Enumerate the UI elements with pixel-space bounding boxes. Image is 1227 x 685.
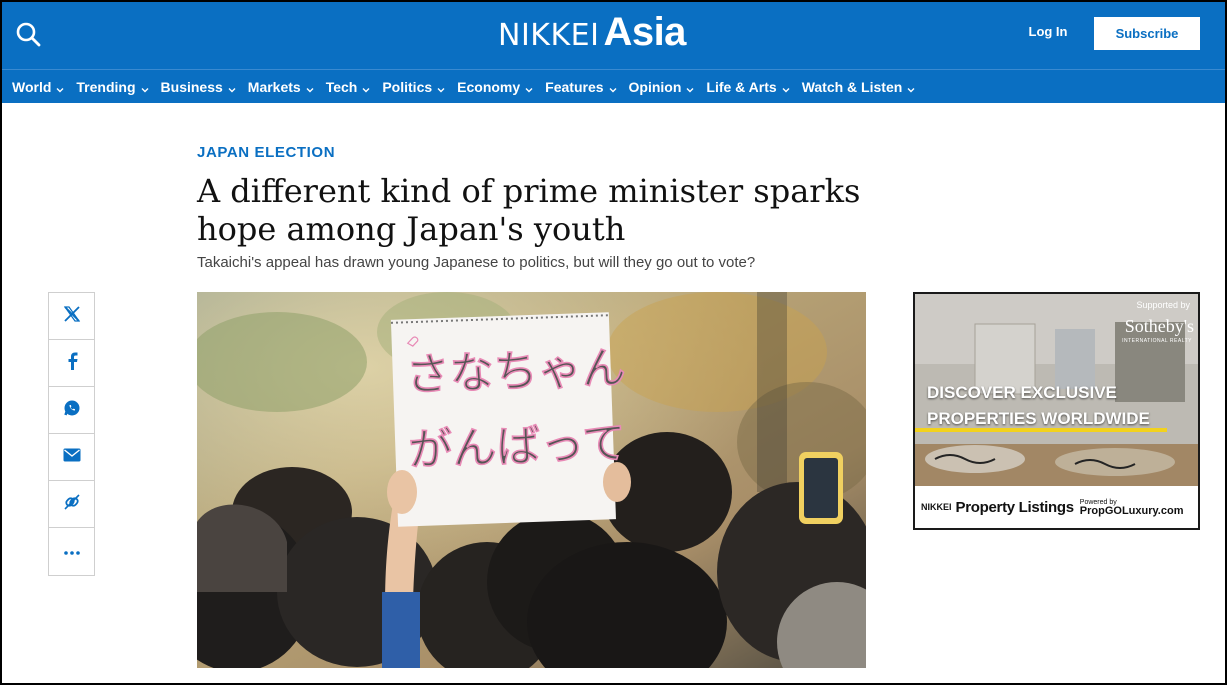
nav-item-label: Economy [457, 78, 521, 95]
nav-item-label: Markets [247, 78, 301, 95]
site-header: NIKKEI Asia Log In Subscribe [2, 2, 1225, 69]
article-kicker[interactable]: JAPAN ELECTION [197, 144, 335, 161]
hero-image: さなちゃん がんばって [197, 292, 866, 668]
ad-powered-brand: PropGOLuxury.com [1079, 504, 1184, 517]
logo-nikkei: NIKKEI [498, 18, 600, 53]
share-facebook-button[interactable] [49, 340, 94, 387]
chevron-down-icon [55, 82, 65, 92]
login-button[interactable]: Log In [1020, 24, 1076, 39]
ad-brand-subtitle: INTERNATIONAL REALTY [1122, 338, 1192, 344]
nav-item-life-arts[interactable]: Life & Arts [706, 79, 790, 95]
nav-item-politics[interactable]: Politics [382, 79, 446, 95]
ad-accent-bar [915, 428, 1167, 432]
facebook-icon [65, 352, 79, 375]
chevron-down-icon [361, 82, 371, 92]
nav-item-economy[interactable]: Economy [457, 79, 534, 95]
search-icon[interactable] [14, 20, 44, 50]
nav-item-label: Business [160, 78, 223, 95]
chevron-down-icon [524, 82, 534, 92]
nav-item-markets[interactable]: Markets [248, 79, 315, 95]
logo-asia: Asia [603, 10, 686, 54]
more-icon [63, 543, 81, 561]
ad-footer-listings: Property Listings [955, 498, 1075, 516]
chevron-down-icon [305, 82, 315, 92]
sign-text-line2: がんばって [408, 418, 627, 477]
chevron-down-icon [781, 82, 791, 92]
share-x-button[interactable] [49, 293, 94, 340]
nav-item-features[interactable]: Features [545, 79, 617, 95]
nav-item-label: Watch & Listen [801, 78, 903, 95]
ad-headline: DISCOVER EXCLUSIVE PROPERTIES WORLDWIDE [927, 380, 1150, 432]
ad-footer-nikkei: NIKKEI [921, 502, 952, 512]
chevron-down-icon [608, 82, 618, 92]
share-email-button[interactable] [49, 434, 94, 481]
nav-item-label: World [12, 78, 52, 95]
chevron-down-icon [140, 82, 150, 92]
chevron-down-icon [436, 82, 446, 92]
x-icon [63, 305, 81, 328]
nav-item-label: Features [545, 78, 604, 95]
whatsapp-icon [63, 399, 81, 422]
nav-item-label: Tech [325, 78, 358, 95]
ad-powered-block: Powered by PropGOLuxury.com [1080, 498, 1184, 517]
site-logo[interactable]: NIKKEI Asia [498, 10, 686, 60]
link-icon [63, 493, 81, 516]
nav-item-label: Life & Arts [706, 78, 777, 95]
sign-text-line1: さなちゃん [405, 343, 627, 402]
ad-headline-line1: DISCOVER EXCLUSIVE [927, 383, 1117, 402]
ad-footer: NIKKEI Property Listings Powered by Prop… [915, 486, 1198, 528]
share-copy-link-button[interactable] [49, 481, 94, 528]
subscribe-button[interactable]: Subscribe [1094, 17, 1200, 50]
share-more-button[interactable] [49, 528, 94, 575]
nav-item-watch-listen[interactable]: Watch & Listen [802, 79, 917, 95]
nav-item-label: Trending [76, 78, 136, 95]
nav-item-business[interactable]: Business [161, 79, 237, 95]
ad-supported-by: Supported by [1136, 300, 1190, 310]
chevron-down-icon [685, 82, 695, 92]
nav-item-label: Politics [382, 78, 433, 95]
chevron-down-icon [227, 82, 237, 92]
ad-brand: Sotheby's [1124, 316, 1194, 336]
nav-item-world[interactable]: World [12, 79, 65, 95]
nav-item-opinion[interactable]: Opinion [629, 79, 696, 95]
advertisement-banner[interactable]: Supported by Sotheby's INTERNATIONAL REA… [913, 292, 1200, 530]
nav-item-tech[interactable]: Tech [326, 79, 372, 95]
chevron-down-icon [906, 82, 916, 92]
article-headline: A different kind of prime minister spark… [197, 172, 861, 248]
page: NIKKEI Asia Log In Subscribe World Trend… [0, 0, 1227, 685]
nav-item-trending[interactable]: Trending [76, 79, 149, 95]
article-subhead: Takaichi's appeal has drawn young Japane… [197, 254, 756, 271]
main-nav: World Trending Business Markets Tech Pol… [2, 69, 1225, 103]
email-icon [63, 448, 81, 467]
share-whatsapp-button[interactable] [49, 387, 94, 434]
nav-item-label: Opinion [628, 78, 682, 95]
share-rail [48, 292, 95, 576]
